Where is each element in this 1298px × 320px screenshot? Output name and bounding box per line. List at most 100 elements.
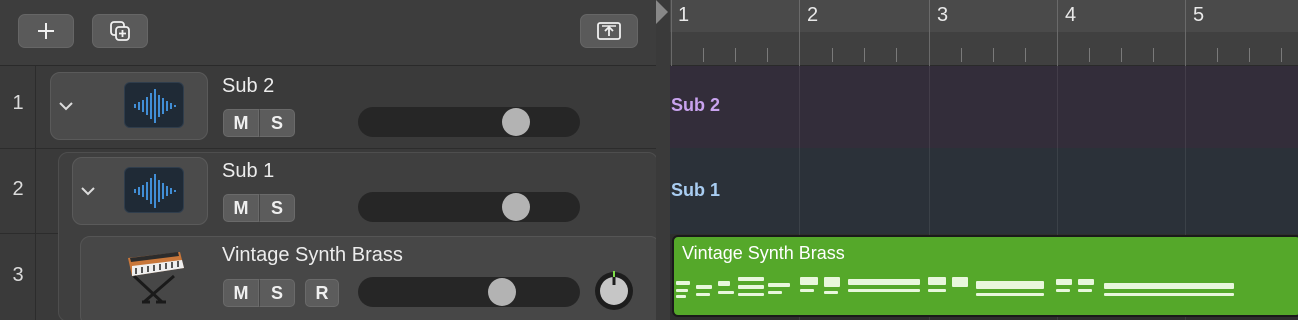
catch-playhead-button[interactable] xyxy=(580,14,638,48)
plus-icon xyxy=(38,23,54,39)
volume-slider[interactable] xyxy=(358,277,580,307)
midi-note xyxy=(952,277,968,287)
volume-slider-knob[interactable] xyxy=(488,278,516,306)
playhead-marker[interactable] xyxy=(656,0,668,24)
add-track-button[interactable] xyxy=(18,14,74,48)
track-number: 1 xyxy=(12,92,24,114)
track-icon-sub-2 xyxy=(124,82,184,128)
midi-note xyxy=(824,291,838,294)
midi-note xyxy=(800,277,818,285)
beat-tick xyxy=(896,48,897,62)
bar-number: 3 xyxy=(937,4,949,26)
bar-line xyxy=(1185,0,1186,66)
track-divider xyxy=(0,148,656,149)
midi-note xyxy=(928,289,946,292)
lane-sub-2[interactable] xyxy=(670,66,1298,148)
mute-button[interactable]: M xyxy=(223,109,259,137)
chevron-down-icon[interactable] xyxy=(78,181,98,201)
mute-button[interactable]: M xyxy=(223,194,259,222)
lane-label-sub-2: Sub 2 xyxy=(671,95,721,115)
track-icon-sub-1 xyxy=(124,167,184,213)
midi-note xyxy=(738,277,764,281)
midi-note xyxy=(768,291,782,294)
midi-note xyxy=(676,281,690,285)
midi-note xyxy=(848,279,920,285)
track-name[interactable]: Sub 2 xyxy=(222,75,274,98)
bar-line xyxy=(1057,0,1058,66)
midi-note xyxy=(676,295,686,298)
midi-note xyxy=(738,293,764,296)
volume-slider-knob[interactable] xyxy=(502,108,530,136)
upload-icon xyxy=(597,22,621,40)
volume-slider[interactable] xyxy=(358,107,580,137)
midi-note xyxy=(696,293,710,296)
midi-region[interactable]: Vintage Synth Brass xyxy=(672,235,1298,317)
solo-button[interactable]: S xyxy=(259,279,295,307)
mute-button[interactable]: M xyxy=(223,279,259,307)
bar-line xyxy=(799,0,800,66)
beat-tick xyxy=(767,48,768,62)
midi-note xyxy=(696,285,712,289)
track-headers-panel: 1 2 3 Sub 2 M S Sub 1 M S Vintage Synth … xyxy=(0,0,660,320)
midi-note xyxy=(718,281,730,286)
panel-divider[interactable] xyxy=(656,0,670,320)
midi-note xyxy=(928,277,946,285)
midi-note xyxy=(738,285,764,289)
midi-note xyxy=(848,289,920,292)
bar-number: 2 xyxy=(807,4,819,26)
midi-note xyxy=(976,281,1044,289)
chevron-down-icon[interactable] xyxy=(56,96,76,116)
duplicate-track-icon xyxy=(110,21,130,41)
region-name: Vintage Synth Brass xyxy=(682,243,845,263)
mute-solo-group: M S xyxy=(223,279,295,307)
beat-tick xyxy=(993,48,994,62)
solo-button[interactable]: S xyxy=(259,109,295,137)
bar-number: 5 xyxy=(1193,4,1205,26)
beat-tick xyxy=(1025,48,1026,62)
track-number: 2 xyxy=(12,178,24,200)
beat-tick xyxy=(735,48,736,62)
bar-line xyxy=(929,0,930,66)
beat-tick xyxy=(1089,48,1090,62)
beat-tick xyxy=(1153,48,1154,62)
volume-slider[interactable] xyxy=(358,192,580,222)
lane-label-sub-1: Sub 1 xyxy=(671,180,721,200)
track-number: 3 xyxy=(12,264,24,286)
tracks-area[interactable]: Sub 2 Sub 1 Vintage Synth Brass 1 2 3 4 … xyxy=(670,0,1298,320)
record-enable-button[interactable]: R xyxy=(305,279,339,307)
midi-note xyxy=(824,277,840,287)
midi-note xyxy=(718,291,734,294)
track-header-toolbar xyxy=(0,0,656,66)
lane-sub-1[interactable] xyxy=(670,148,1298,234)
pan-knob[interactable] xyxy=(594,271,634,311)
midi-note xyxy=(1104,293,1234,296)
beat-tick xyxy=(961,48,962,62)
beat-tick xyxy=(1281,48,1282,62)
midi-note xyxy=(1056,289,1070,292)
bar-number: 4 xyxy=(1065,4,1077,26)
midi-note xyxy=(768,283,790,287)
midi-note xyxy=(1078,279,1094,285)
waveform-icon xyxy=(134,174,176,208)
bar-line xyxy=(671,0,672,66)
midi-note xyxy=(976,293,1044,296)
beat-tick xyxy=(1121,48,1122,62)
mute-solo-group: M S xyxy=(223,194,295,222)
track-name[interactable]: Sub 1 xyxy=(222,160,274,183)
waveform-icon xyxy=(134,89,176,123)
midi-note xyxy=(1104,283,1234,289)
bar-ruler[interactable]: 1 2 3 4 5 xyxy=(670,0,1298,66)
beat-tick xyxy=(864,48,865,62)
midi-note xyxy=(676,289,688,292)
beat-tick xyxy=(1217,48,1218,62)
midi-note xyxy=(1078,289,1092,292)
beat-tick xyxy=(832,48,833,62)
track-name[interactable]: Vintage Synth Brass xyxy=(222,244,403,267)
solo-button[interactable]: S xyxy=(259,194,295,222)
beat-tick xyxy=(1249,48,1250,62)
duplicate-track-button[interactable] xyxy=(92,14,148,48)
midi-note xyxy=(800,289,814,292)
midi-note xyxy=(1056,279,1072,285)
volume-slider-knob[interactable] xyxy=(502,193,530,221)
bar-number: 1 xyxy=(678,4,690,26)
